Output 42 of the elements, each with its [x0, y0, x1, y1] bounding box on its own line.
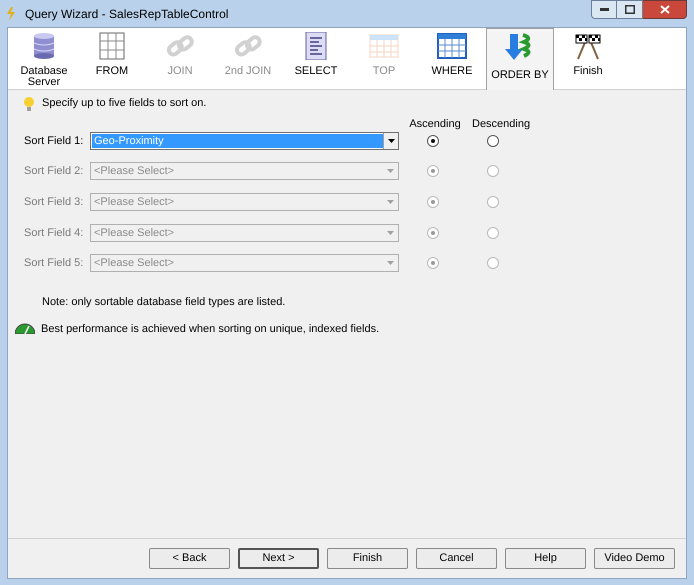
maximize-button[interactable]: [617, 0, 643, 19]
hint-text: Specify up to five fields to sort on.: [42, 96, 206, 112]
radio-button[interactable]: [487, 135, 499, 147]
column-header: Ascending: [408, 117, 462, 130]
dialog-button[interactable]: < Back: [149, 548, 230, 569]
wizard-step-tab[interactable]: SELECT: [282, 28, 350, 90]
close-button[interactable]: [643, 0, 687, 19]
dropdown-arrow-icon: [387, 169, 394, 173]
minimize-icon: [600, 8, 608, 11]
dropdown-arrow-icon: [388, 139, 394, 143]
wizard-step-tab[interactable]: FROM: [78, 28, 146, 90]
lightning-icon: [7, 6, 15, 20]
note-text: Note: only sortable database field types are listed.: [42, 295, 286, 310]
grid-icon: [97, 32, 127, 60]
checkered-flags-icon: [573, 32, 603, 60]
restore-icon: [624, 5, 634, 14]
field-label: Sort Field 5:: [24, 256, 84, 271]
dropdown-arrow-icon: [387, 231, 394, 235]
field-label: Sort Field 2:: [24, 164, 84, 179]
tip-text: Best performance is achieved when sorting on unique, indexed fields.: [41, 322, 380, 336]
wizard-step-tab[interactable]: Database Server: [10, 28, 78, 90]
dialog-button[interactable]: Finish: [327, 548, 408, 569]
wizard-step-tab[interactable]: WHERE: [418, 28, 486, 90]
dropdown-arrow-icon: [387, 200, 394, 204]
field-label: Sort Field 4:: [24, 226, 84, 241]
lightbulb-icon: [24, 96, 34, 110]
dialog-button[interactable]: Help: [505, 548, 586, 569]
dropdown-arrow-icon: [387, 261, 394, 265]
wizard-step-tab[interactable]: ORDER BY: [486, 28, 554, 90]
dialog-button[interactable]: Next >: [238, 548, 319, 569]
close-icon: [660, 5, 670, 14]
window-title: Query Wizard - SalesRepTableControl: [25, 6, 228, 22]
wizard-step-tab[interactable]: Finish: [554, 28, 622, 90]
minimize-button[interactable]: [591, 0, 617, 19]
table-icon: [437, 32, 467, 60]
radio-button[interactable]: [427, 135, 439, 147]
calendar-icon: [369, 32, 399, 60]
field-label: Sort Field 1:: [24, 134, 84, 149]
dialog-button[interactable]: Video Demo: [594, 548, 675, 569]
dialog-button[interactable]: Cancel: [416, 548, 497, 569]
gauge-icon: [15, 323, 35, 334]
field-label: Sort Field 3:: [24, 194, 84, 210]
